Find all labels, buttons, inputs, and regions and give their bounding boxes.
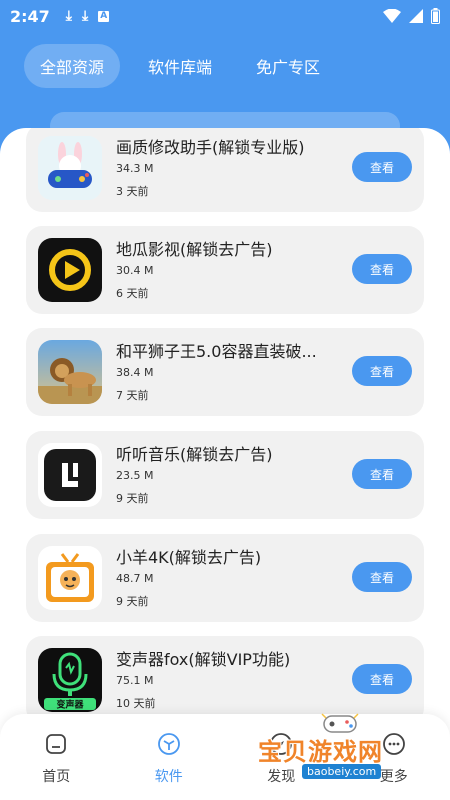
- view-button[interactable]: 查看: [352, 152, 412, 182]
- app-size: 75.1 M: [116, 674, 154, 687]
- app-updated-time: 10 天前: [116, 697, 156, 710]
- view-button[interactable]: 查看: [352, 562, 412, 592]
- app-updated-time: 3 天前: [116, 185, 149, 198]
- list-item[interactable]: 小羊4K(解锁去广告) 48.7 M 9 天前 查看: [26, 534, 424, 622]
- signal-icon: [409, 9, 423, 23]
- nav-home[interactable]: 首页: [0, 714, 113, 800]
- notification-a-icon: A: [98, 10, 110, 22]
- app-updated-time: 9 天前: [116, 492, 149, 505]
- app-size: 30.4 M: [116, 264, 154, 277]
- tv-sheep-icon: [38, 546, 102, 610]
- app-updated-time: 7 天前: [116, 389, 149, 402]
- app-size: 23.5 M: [116, 469, 154, 482]
- app-size: 34.3 M: [116, 162, 154, 175]
- home-icon: [46, 734, 67, 754]
- app-title: 地瓜影视(解锁去广告): [116, 240, 273, 259]
- app-title: 变声器fox(解锁VIP功能): [116, 650, 291, 669]
- app-title: 小羊4K(解锁去广告): [116, 548, 262, 567]
- cube-icon: [157, 733, 180, 755]
- view-button[interactable]: 查看: [352, 254, 412, 284]
- gamepad-bunny-icon: [38, 136, 102, 200]
- app-title: 听听音乐(解锁去广告): [116, 445, 273, 464]
- status-time: 2:47: [10, 6, 50, 26]
- list-item[interactable]: 变声器 变声器fox(解锁VIP功能) 75.1 M 10 天前 查看: [26, 636, 424, 724]
- voice-changer-icon-label: 变声器: [56, 699, 84, 711]
- watermark-text: 宝贝游戏网: [258, 738, 383, 766]
- list-item[interactable]: 画质修改助手(解锁专业版) 34.3 M 3 天前 查看: [26, 128, 424, 212]
- play-circle-icon: [38, 238, 102, 302]
- watermark-url: baobeiy.com: [302, 764, 382, 779]
- nav-software[interactable]: 软件: [113, 714, 226, 800]
- app-title: 和平狮子王5.0容器直装破...: [116, 342, 317, 361]
- app-updated-time: 9 天前: [116, 595, 149, 608]
- app-size: 38.4 M: [116, 366, 154, 379]
- wifi-icon: [383, 9, 401, 23]
- view-button[interactable]: 查看: [352, 459, 412, 489]
- lion-icon: [38, 340, 102, 404]
- voice-changer-icon: 变声器: [38, 648, 102, 712]
- app-title: 画质修改助手(解锁专业版): [116, 138, 305, 157]
- watermark: 宝贝游戏网 baobeiy.com: [250, 712, 420, 782]
- app-updated-time: 6 天前: [116, 287, 149, 300]
- view-button[interactable]: 查看: [352, 356, 412, 386]
- tab-all-resources[interactable]: 全部资源: [24, 44, 121, 88]
- nav-home-label: 首页: [42, 769, 71, 785]
- list-item[interactable]: 和平狮子王5.0容器直装破... 38.4 M 7 天前 查看: [26, 328, 424, 416]
- list-item[interactable]: 地瓜影视(解锁去广告) 30.4 M 6 天前 查看: [26, 226, 424, 314]
- download-icon: ⤓: [82, 8, 89, 24]
- list-item[interactable]: 听听音乐(解锁去广告) 23.5 M 9 天前 查看: [26, 431, 424, 519]
- tab-software-library[interactable]: 软件库端: [132, 44, 228, 88]
- tab-ad-free[interactable]: 免广专区: [240, 44, 336, 88]
- view-button[interactable]: 查看: [352, 664, 412, 694]
- category-tabs: 全部资源 软件库端 免广专区: [24, 44, 336, 88]
- app-size: 48.7 M: [116, 572, 154, 585]
- content-panel: 画质修改助手(解锁专业版) 34.3 M 3 天前 查看 地瓜影视(解锁去广告)…: [0, 128, 450, 748]
- music-app-icon: [38, 443, 102, 507]
- download-icon: ⤓: [65, 8, 72, 24]
- status-bar: 2:47 ⤓ ⤓ A: [0, 0, 450, 32]
- battery-icon: [431, 8, 440, 24]
- nav-software-label: 软件: [154, 769, 183, 785]
